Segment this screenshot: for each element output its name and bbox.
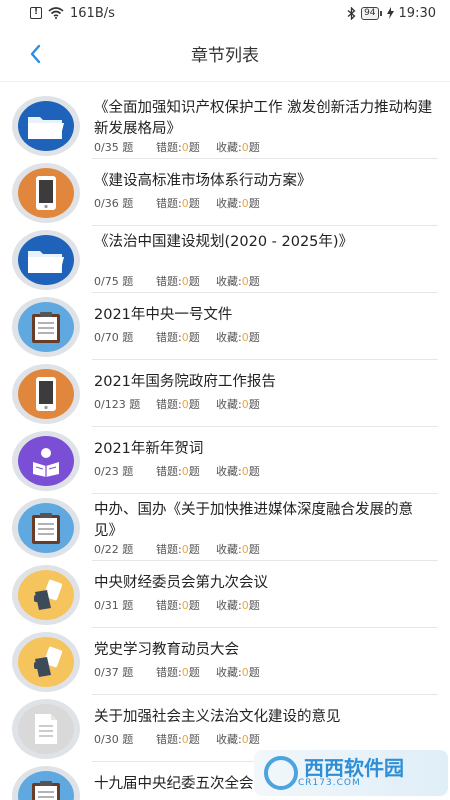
chapter-icon-wrap [12, 498, 80, 558]
chapter-stats: 0/123 题 错题:0题 收藏:0题 [94, 396, 260, 412]
folder-icon [18, 235, 74, 285]
chapter-title: 关于加强社会主义法治文化建设的意见 [94, 709, 341, 725]
question-progress: 0/123 题 [94, 398, 141, 411]
chapter-stats: 0/22 题 错题:0题 收藏:0题 [94, 541, 260, 557]
status-bar: ! 161B/s 94 19:30 [0, 0, 450, 26]
favorite-count: 收藏:0题 [216, 465, 260, 478]
wrong-count: 错题:0题 [156, 543, 200, 556]
chapter-icon-wrap [12, 230, 80, 290]
chapter-icon-wrap [12, 632, 80, 692]
chapter-list: 《全面加强知识产权保护工作 激发创新活力推动构建新发展格局》 0/35 题错题:0… [0, 92, 450, 800]
chapter-icon-wrap [12, 364, 80, 424]
phone-icon [18, 168, 74, 218]
chapter-list-item[interactable]: 2021年新年贺词 0/23 题 错题:0题 收藏:0题 [0, 427, 450, 494]
favorite-count: 收藏:0题 [216, 141, 260, 154]
wrong-count: 错题:0题 [156, 666, 200, 679]
question-progress: 0/30 题 [94, 733, 134, 746]
wrong-count: 错题:0题 [156, 331, 200, 344]
alert-icon: ! [30, 7, 42, 19]
chapter-title: 2021年中央一号文件 [94, 307, 233, 323]
favorite-count: 收藏:0题 [216, 398, 260, 411]
favorite-count: 收藏:0题 [216, 666, 260, 679]
chapter-title: 党史学习教育动员大会 [94, 642, 239, 658]
chapter-list-item[interactable]: 《建设高标准市场体系行动方案》 0/36 题 错题:0题 收藏:0题 [0, 159, 450, 226]
chapter-icon-wrap [12, 565, 80, 625]
chapter-title: 《全面加强知识产权保护工作 激发创新活力推动构建新发展格局》 [94, 100, 433, 137]
favorite-count: 收藏:0题 [216, 599, 260, 612]
battery-level: 94 [361, 6, 379, 20]
question-progress: 0/75 题 [94, 275, 134, 288]
chapter-list-item[interactable]: 党史学习教育动员大会 0/37 题 错题:0题 收藏:0题 [0, 628, 450, 695]
chapter-title: 2021年国务院政府工作报告 [94, 374, 276, 390]
watermark-logo: 西西软件园 CR173.COM [254, 750, 448, 796]
watermark-name: 西西软件园 [304, 756, 404, 780]
chapter-list-item[interactable]: 中办、国办《关于加快推进媒体深度融合发展的意见》 0/22 题 错题:0题 收藏:0题 [0, 494, 450, 561]
chapter-list-item[interactable]: 2021年中央一号文件 0/70 题 错题:0题 收藏:0题 [0, 293, 450, 360]
wrong-count: 错题:0题 [156, 398, 200, 411]
question-progress: 0/31 题 [94, 599, 134, 612]
chapter-icon-wrap [12, 699, 80, 759]
battery-indicator: 94 [361, 6, 382, 20]
chapter-title: 中央财经委员会第九次会议 [94, 575, 268, 591]
chapter-icon-wrap [12, 163, 80, 223]
chapter-stats: 0/37 题 错题:0题 收藏:0题 [94, 664, 260, 680]
document-icon [18, 704, 74, 754]
wrong-count: 错题:0题 [156, 465, 200, 478]
chapter-list-item[interactable]: 中央财经委员会第九次会议 0/31 题 错题:0题 收藏:0题 [0, 561, 450, 628]
clock: 19:30 [398, 5, 436, 21]
question-progress: 0/35 题 [94, 141, 134, 154]
question-progress: 0/23 题 [94, 465, 134, 478]
wrong-count: 错题:0题 [156, 275, 200, 288]
chapter-icon-wrap [12, 297, 80, 357]
page-title: 章节列表 [191, 46, 259, 66]
chapter-list-item[interactable]: 《法治中国建设规划(2020 - 2025年)》 0/75 题 错题:0题 收藏:0题 [0, 226, 450, 293]
question-progress: 0/70 题 [94, 331, 134, 344]
chapter-title: 2021年新年贺词 [94, 441, 204, 457]
chevron-left-icon [30, 44, 41, 64]
network-speed: 161B/s [70, 5, 115, 21]
nav-bar: 章节列表 [0, 26, 450, 82]
clipboard-icon [18, 302, 74, 352]
chapter-stats: 0/30 题 错题:0题 收藏:0题 [94, 731, 260, 747]
chapter-icon-wrap [12, 96, 80, 156]
phone-icon [18, 369, 74, 419]
charging-icon [386, 7, 394, 19]
folder-icon [18, 101, 74, 151]
favorite-count: 收藏:0题 [216, 331, 260, 344]
wrong-count: 错题:0题 [156, 599, 200, 612]
chapter-stats: 0/75 题 错题:0题 收藏:0题 [94, 273, 260, 289]
hand-icon [18, 637, 74, 687]
chapter-stats: 0/70 题 错题:0题 收藏:0题 [94, 329, 260, 345]
clipboard-icon [18, 503, 74, 553]
chapter-icon-wrap [12, 431, 80, 491]
chapter-stats: 0/31 题 错题:0题 收藏:0题 [94, 597, 260, 613]
chapter-stats: 0/23 题 错题:0题 收藏:0题 [94, 463, 260, 479]
chapter-list-item[interactable]: 《全面加强知识产权保护工作 激发创新活力推动构建新发展格局》 0/35 题 错题:0… [0, 92, 450, 159]
chapter-title: 《法治中国建设规划(2020 - 2025年)》 [94, 234, 354, 250]
chapter-stats: 0/36 题 错题:0题 收藏:0题 [94, 195, 260, 211]
question-progress: 0/36 题 [94, 197, 134, 210]
favorite-count: 收藏:0题 [216, 733, 260, 746]
wrong-count: 错题:0题 [156, 733, 200, 746]
chapter-title: 中办、国办《关于加快推进媒体深度融合发展的意见》 [94, 502, 413, 539]
question-progress: 0/37 题 [94, 666, 134, 679]
wrong-count: 错题:0题 [156, 141, 200, 154]
bluetooth-icon [347, 6, 356, 20]
chapter-stats: 0/35 题 错题:0题 收藏:0题 [94, 139, 260, 155]
favorite-count: 收藏:0题 [216, 197, 260, 210]
watermark-icon [264, 756, 298, 790]
chapter-list-item[interactable]: 2021年国务院政府工作报告 0/123 题 错题:0题 收藏:0题 [0, 360, 450, 427]
wrong-count: 错题:0题 [156, 197, 200, 210]
favorite-count: 收藏:0题 [216, 275, 260, 288]
back-button[interactable] [24, 42, 48, 66]
chapter-title: 《建设高标准市场体系行动方案》 [94, 173, 312, 189]
chapter-icon-wrap [12, 766, 80, 800]
clipboard-icon [18, 771, 74, 800]
question-progress: 0/22 题 [94, 543, 134, 556]
hand-icon [18, 570, 74, 620]
reader-icon [18, 436, 74, 486]
wifi-icon [48, 7, 64, 19]
favorite-count: 收藏:0题 [216, 543, 260, 556]
